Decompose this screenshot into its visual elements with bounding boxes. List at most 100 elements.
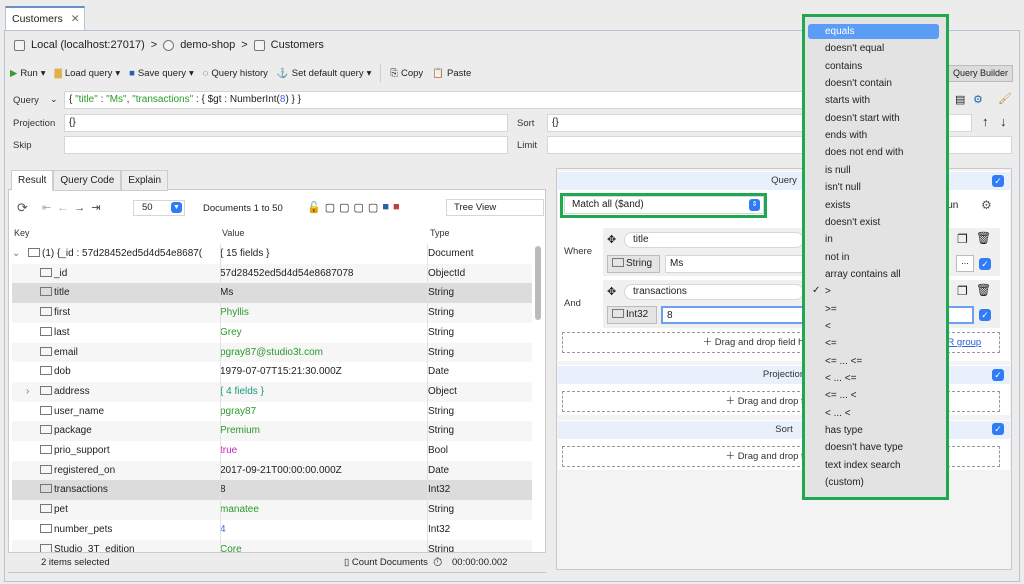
match-mode-select[interactable]: Match all ($and) ⇕ [564,196,764,214]
table-row[interactable]: package Premium String [12,421,532,441]
column-header-key[interactable]: Key [14,228,30,238]
column-header-value[interactable]: Value [222,228,244,238]
projection-input[interactable]: {} [64,114,508,132]
value-input-title[interactable]: Ms [665,255,805,273]
table-row[interactable]: user_name pgray87 String [12,402,532,422]
table-row[interactable]: pet manatee String [12,500,532,520]
paste-button[interactable]: 📋 Paste [432,68,471,79]
menu-item[interactable]: text index search [825,458,901,473]
menu-item[interactable]: >= [825,302,837,317]
load-query-button[interactable]: ▇ Load query ▾ [55,68,121,79]
table-row[interactable]: number_pets 4 Int32 [12,520,532,540]
tab-result[interactable]: Result [11,170,54,191]
broom-icon[interactable]: 🖌 [998,92,1012,105]
query-history-button[interactable]: ◌ Query history [203,68,268,79]
arrow-up-icon[interactable]: ↑ [982,114,989,129]
crumb-db[interactable]: demo-shop [180,39,235,51]
crumb-collection[interactable]: Customers [271,39,324,51]
tab-customers[interactable]: Customers ✕ [5,6,85,31]
menu-item[interactable]: array contains all [825,267,901,282]
table-row[interactable]: title Ms String [12,283,532,304]
table-row[interactable]: dob 1979-07-07T15:21:30.000Z Date [12,362,532,382]
menu-item[interactable]: isn't null [825,180,861,195]
type-string[interactable]: String [607,255,660,273]
count-documents-button[interactable]: ▯ Count Documents [344,557,428,568]
query-enabled-checkbox[interactable]: ✓ [992,175,1004,187]
menu-item[interactable]: doesn't exist [825,215,880,230]
view-document-icon[interactable]: ▢ [368,201,378,214]
page-size-select[interactable]: 50 ▼ [133,200,185,216]
menu-item[interactable]: < ... < [825,406,851,421]
move-icon[interactable]: ✥ [607,233,616,246]
skip-input[interactable] [64,136,508,154]
edit-document-icon[interactable]: ▢ [354,201,364,214]
menu-item[interactable]: doesn't have type [825,440,903,455]
column-header-type[interactable]: Type [430,228,450,238]
table-row[interactable]: registered_on 2017-09-21T00:00:00.000Z Dat… [12,460,532,481]
menu-item[interactable]: > [825,284,831,299]
menu-item[interactable]: <= ... < [825,388,856,403]
duplicate-icon[interactable]: ❐ [957,284,968,298]
add-document-icon[interactable]: ▢ [325,201,335,214]
condition-enabled-checkbox[interactable]: ✓ [979,309,991,321]
table-row[interactable]: prio_support true Bool [12,441,532,461]
menu-item[interactable]: doesn't contain [825,76,892,91]
table-row[interactable]: ⌄ (1) {_id : 57d28452ed5d4d54e8687({ 15 f… [12,244,532,264]
chevron-right-icon[interactable]: › [26,382,29,402]
field-select-transactions[interactable]: transactions [624,284,804,300]
table-row[interactable]: last Grey String [12,323,532,343]
table-row[interactable]: › address{ 4 fields } Object [12,381,532,402]
menu-item[interactable]: contains [825,59,862,74]
menu-item[interactable]: <= [825,336,837,351]
table-row[interactable]: transactions 8 Int32 [12,480,532,501]
table-row[interactable]: email pgray87@studio3t.com String [12,342,532,363]
field-select-title[interactable]: title [624,232,804,248]
menu-item[interactable]: in [825,232,833,247]
refresh-icon[interactable]: ⟳ [17,200,28,216]
run-button[interactable]: ▶ Run ▾ [10,68,46,79]
menu-item[interactable]: not in [825,250,849,265]
filter-icon[interactable]: ▤ [955,93,965,106]
menu-item[interactable]: ends with [825,128,867,143]
trash-icon[interactable]: 🗑 [976,283,991,297]
crumb-server[interactable]: Local (localhost:27017) [31,39,145,51]
sort-enabled-checkbox[interactable]: ✓ [992,423,1004,435]
type-int32[interactable]: Int32 [607,306,657,324]
menu-item[interactable]: <= ... <= [825,354,862,369]
projection-enabled-checkbox[interactable]: ✓ [992,369,1004,381]
view-mode-select[interactable]: Tree View [446,199,544,216]
select-all-icon[interactable]: ■ [382,201,389,214]
menu-item[interactable]: does not end with [825,145,903,160]
menu-item[interactable]: exists [825,198,851,213]
trash-icon[interactable]: 🗑 [976,231,991,245]
save-query-button[interactable]: ■ Save query ▾ [129,68,194,79]
settings-icon[interactable]: ⚙ [973,93,983,106]
menu-item[interactable]: < [825,319,831,334]
menu-item[interactable]: starts with [825,93,870,108]
chevron-down-icon[interactable]: ⌄ [50,94,58,105]
copy-button[interactable]: ⎘ Copy [390,68,423,79]
pagination-arrows[interactable]: ⇤←→⇥ [42,201,106,214]
table-row[interactable]: _id 57d28452ed5d4d54e8687078 ObjectId [12,263,532,284]
gear-icon[interactable]: ⚙ [981,198,992,212]
menu-item[interactable]: equals [808,24,939,39]
duplicate-icon[interactable]: ❐ [957,232,968,246]
tab-explain[interactable]: Explain [121,170,169,191]
lock-icon[interactable]: 🔓 [307,201,321,214]
menu-item[interactable]: is null [825,163,851,178]
menu-item[interactable]: (custom) [825,475,864,490]
tab-query-code[interactable]: Query Code [53,170,122,191]
code-document-icon[interactable]: ▢ [339,201,349,214]
menu-item[interactable]: has type [825,423,863,438]
scrollbar[interactable] [535,246,541,320]
arrow-down-icon[interactable]: ↓ [1000,114,1007,129]
menu-item[interactable]: < ... <= [825,371,856,386]
condition-enabled-checkbox[interactable]: ✓ [979,258,991,270]
chevron-down-icon[interactable]: ⌄ [12,244,20,264]
table-row[interactable]: first Phyllis String [12,303,532,323]
more-button[interactable]: ... [956,255,974,272]
delete-icon[interactable]: ■ [393,201,400,214]
close-icon[interactable]: ✕ [71,13,80,25]
set-default-query-button[interactable]: ⚓ Set default query ▾ [277,68,371,79]
move-icon[interactable]: ✥ [607,285,616,298]
